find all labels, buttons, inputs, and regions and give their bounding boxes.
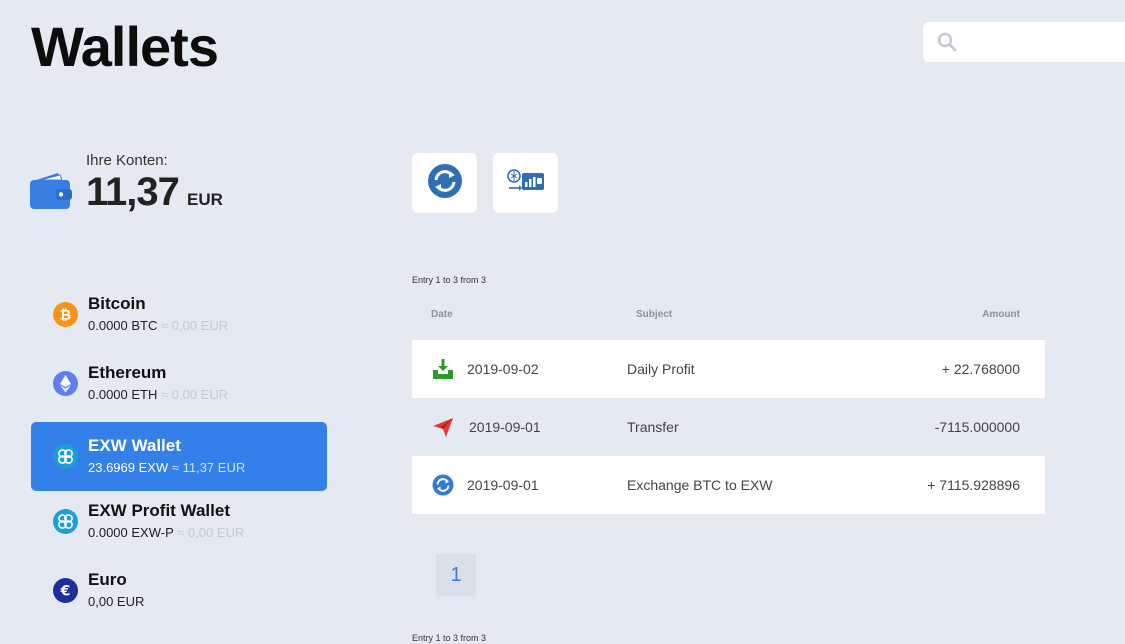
ethereum-icon [53, 371, 78, 396]
row-subject: Exchange BTC to EXW [627, 477, 773, 493]
search-icon[interactable] [937, 32, 957, 57]
table-row[interactable]: 2019-09-01 Exchange BTC to EXW + 7115.92… [412, 456, 1045, 514]
wallet-amount: 0.0000 EXW-P [88, 525, 174, 540]
search-input[interactable] [967, 30, 1125, 56]
bitcoin-icon: ₿ [53, 302, 78, 327]
column-header-subject[interactable]: Subject [636, 309, 672, 320]
table-row[interactable]: 2019-09-01 Transfer -7115.000000 [412, 398, 1045, 456]
balance-amount: 11,37 [86, 170, 180, 214]
wallet-name: EXW Profit Wallet [88, 501, 230, 520]
wallet-balance: 0.0000 ETH ≈ 0,00 EUR [88, 387, 228, 402]
wallet-item-euro[interactable]: € Euro 0,00 EUR [31, 556, 327, 625]
wallet-amount: 23.6969 EXW [88, 460, 169, 475]
wallet-balance: 0.0000 BTC ≈ 0,00 EUR [88, 318, 228, 333]
wallet-icon [30, 172, 72, 215]
table-row[interactable]: 2019-09-02 Daily Profit + 22.768000 [412, 340, 1045, 398]
download-icon [432, 358, 454, 380]
entries-info: Entry 1 to 3 from 3 [412, 275, 487, 285]
wallet-item-ethereum[interactable]: Ethereum 0.0000 ETH ≈ 0,00 EUR [31, 349, 327, 418]
euro-icon: € [53, 578, 78, 603]
wallet-item-exw-profit-wallet[interactable]: EXW Profit Wallet 0.0000 EXW-P ≈ 0,00 EU… [31, 487, 327, 556]
entries-info-bottom: Entry 1 to 3 from 3 [412, 633, 487, 643]
wallet-name: Ethereum [88, 363, 167, 382]
page-title: Wallets [31, 15, 219, 78]
balance-label: Ihre Konten: [86, 152, 168, 169]
wallet-amount: 0.0000 ETH [88, 387, 158, 402]
exchange-button[interactable] [412, 153, 477, 213]
balance-currency: EUR [187, 190, 223, 209]
wallet-chart-button[interactable] [493, 153, 558, 213]
wallet-amount: 0.0000 BTC [88, 318, 158, 333]
wallet-approx: ≈ 0,00 EUR [161, 318, 229, 333]
row-date: 2019-09-02 [467, 361, 539, 377]
send-icon [432, 416, 454, 438]
exw-icon [53, 444, 78, 469]
pagination-page-1[interactable]: 1 [436, 554, 476, 596]
search-box[interactable] [923, 22, 1125, 62]
exchange-icon [432, 474, 454, 496]
svg-text:€: € [60, 584, 71, 600]
wallet-item-exw-wallet[interactable]: EXW Wallet 23.6969 EXW ≈ 11,37 EUR [31, 422, 327, 491]
wallet-chart-icon [506, 168, 545, 199]
wallet-item-bitcoin[interactable]: ₿ Bitcoin 0.0000 BTC ≈ 0,00 EUR [31, 280, 327, 349]
wallet-name: Euro [88, 570, 127, 589]
row-amount: -7115.000000 [934, 419, 1020, 435]
exchange-icon [427, 163, 463, 204]
exw-profit-icon [53, 509, 78, 534]
wallet-balance: 0.0000 EXW-P ≈ 0,00 EUR [88, 525, 244, 540]
svg-text:₿: ₿ [60, 308, 71, 324]
row-date: 2019-09-01 [469, 419, 541, 435]
wallet-amount: 0,00 EUR [88, 594, 145, 609]
wallet-name: EXW Wallet [88, 436, 181, 455]
row-subject: Transfer [627, 419, 679, 435]
column-header-amount[interactable]: Amount [982, 309, 1020, 320]
wallet-name: Bitcoin [88, 294, 146, 313]
column-header-date[interactable]: Date [431, 309, 453, 320]
row-date: 2019-09-01 [467, 477, 539, 493]
row-subject: Daily Profit [627, 361, 695, 377]
row-amount: + 22.768000 [941, 361, 1020, 377]
wallet-balance: 0,00 EUR [88, 594, 144, 609]
wallet-approx: ≈ 0,00 EUR [161, 387, 229, 402]
wallet-approx: ≈ 11,37 EUR [171, 460, 246, 475]
wallet-balance: 23.6969 EXW ≈ 11,37 EUR [88, 460, 245, 475]
row-amount: + 7115.928896 [927, 477, 1020, 493]
wallet-approx: ≈ 0,00 EUR [177, 525, 245, 540]
